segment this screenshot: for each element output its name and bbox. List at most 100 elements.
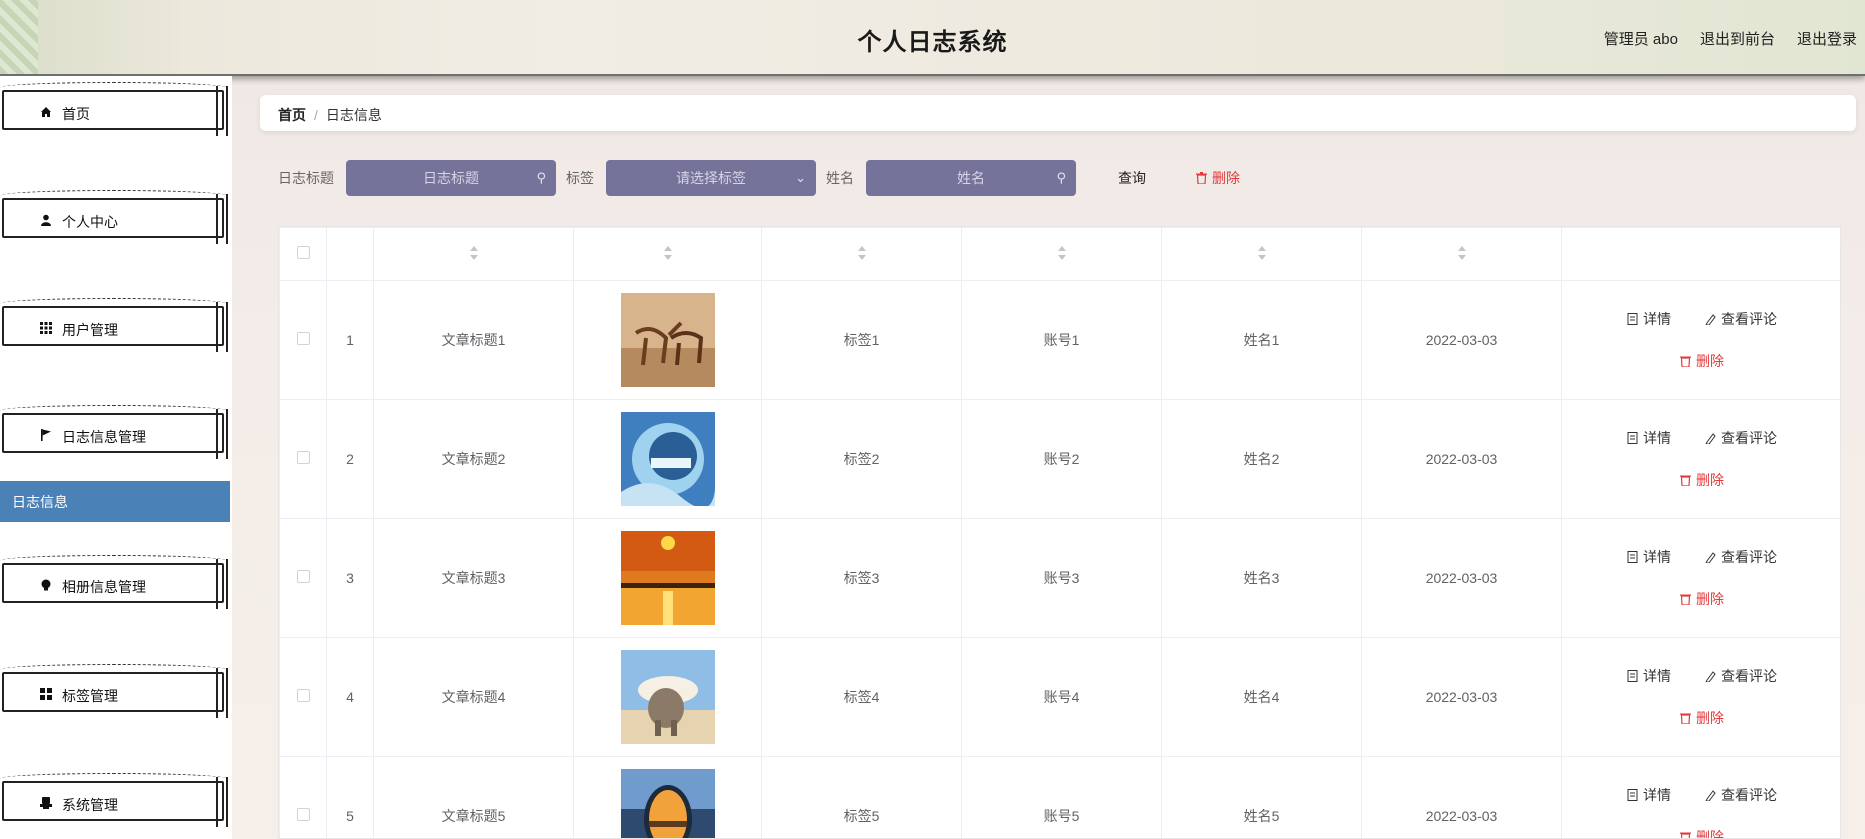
row-checkbox[interactable]	[296, 689, 310, 702]
index-header	[326, 227, 374, 281]
tag-select[interactable]: 请选择标签 ⌄	[606, 160, 816, 196]
view-comments-button[interactable]: 查看评论	[1705, 785, 1777, 805]
view-comments-label: 查看评论	[1721, 787, 1777, 803]
row-checkbox[interactable]	[296, 451, 310, 464]
date-cell: 2022-03-03	[1361, 518, 1562, 638]
sort-icon[interactable]	[469, 245, 478, 260]
detail-button[interactable]: 详情	[1627, 785, 1671, 805]
row-checkbox[interactable]	[296, 332, 310, 345]
sidebar-item-label: 相册信息管理	[62, 579, 146, 595]
view-comments-button[interactable]: 查看评论	[1705, 309, 1777, 329]
edit-icon	[1705, 671, 1716, 682]
trash-icon	[1680, 713, 1691, 724]
sidebar-subitem-log-info[interactable]: 日志信息	[0, 481, 230, 522]
image-cell	[573, 756, 762, 839]
flag-icon	[41, 429, 51, 441]
name-filter-label: 姓名	[826, 170, 854, 186]
name-cell: 姓名2	[1161, 399, 1362, 519]
sidebar-item-log-management[interactable]: 日志信息管理	[0, 399, 230, 461]
sidebar-item-profile[interactable]: 个人中心	[0, 184, 230, 246]
account-cell: 账号5	[961, 756, 1162, 838]
batch-delete-button[interactable]: 删除	[1196, 168, 1240, 188]
detail-button[interactable]: 详情	[1627, 428, 1671, 448]
detail-button[interactable]: 详情	[1627, 309, 1671, 329]
sort-icon[interactable]	[857, 245, 866, 260]
title-cell: 文章标题3	[373, 518, 574, 638]
view-comments-button[interactable]: 查看评论	[1705, 547, 1777, 567]
row-delete-button[interactable]: 删除	[1680, 827, 1724, 838]
row-delete-button[interactable]: 删除	[1680, 351, 1724, 371]
trash-icon	[1680, 594, 1691, 605]
view-comments-label: 查看评论	[1721, 311, 1777, 327]
row-delete-button[interactable]: 删除	[1680, 589, 1724, 609]
account-header[interactable]	[961, 227, 1162, 281]
table-row: 3 文章标题3 标签3 账号3 姓名3 2022-03-03 详情 查看评论 删…	[279, 518, 1840, 638]
name-cell: 姓名3	[1161, 518, 1362, 638]
view-comments-label: 查看评论	[1721, 668, 1777, 684]
back-to-front-link[interactable]: 退出到前台	[1700, 28, 1775, 49]
name-cell: 姓名4	[1161, 637, 1362, 757]
title-search-input[interactable]: 日志标题 ⚲	[346, 160, 556, 196]
row-delete-label: 删除	[1696, 710, 1724, 726]
table-row: 5 文章标题5 标签5 账号5 姓名5 2022-03-03 详情 查看评论 删…	[279, 756, 1840, 839]
title-cell: 文章标题2	[373, 399, 574, 519]
image-cell	[573, 399, 762, 519]
name-search-input[interactable]: 姓名 ⚲	[866, 160, 1076, 196]
sidebar-item-home[interactable]: 首页	[0, 76, 230, 138]
date-cell: 2022-03-03	[1361, 280, 1562, 400]
select-all-checkbox[interactable]	[296, 246, 310, 259]
tag-cell: 标签5	[761, 756, 962, 838]
user-icon	[41, 214, 51, 226]
sort-icon[interactable]	[1257, 245, 1266, 260]
logout-link[interactable]: 退出登录	[1797, 28, 1857, 49]
breadcrumb-current: 日志信息	[325, 107, 382, 123]
trash-icon	[1680, 356, 1691, 367]
sort-icon[interactable]	[1457, 245, 1466, 260]
detail-label: 详情	[1643, 668, 1671, 684]
app-title: 个人日志系统	[857, 29, 1008, 56]
breadcrumb-separator: /	[314, 107, 318, 123]
query-button[interactable]: 查询	[1104, 160, 1160, 196]
name-cell: 姓名1	[1161, 280, 1362, 400]
index-cell: 2	[326, 399, 374, 519]
log-image-thumbnail[interactable]	[620, 769, 715, 839]
sidebar-item-album-management[interactable]: 相册信息管理	[0, 549, 230, 611]
view-comments-button[interactable]: 查看评论	[1705, 666, 1777, 686]
detail-label: 详情	[1643, 787, 1671, 803]
log-image-thumbnail[interactable]	[620, 650, 715, 744]
sidebar-item-users[interactable]: 用户管理	[0, 292, 230, 354]
date-header[interactable]	[1361, 227, 1562, 281]
detail-button[interactable]: 详情	[1627, 547, 1671, 567]
breadcrumb-home[interactable]: 首页	[278, 107, 306, 123]
row-checkbox[interactable]	[296, 570, 310, 583]
tag-cell: 标签4	[761, 637, 962, 757]
account-cell: 账号2	[961, 399, 1162, 519]
ops-cell: 详情 查看评论 删除	[1561, 280, 1840, 400]
title-header[interactable]	[373, 227, 574, 281]
apps-icon	[40, 688, 52, 700]
ops-cell: 详情 查看评论 删除	[1561, 399, 1840, 519]
sidebar-item-system-management[interactable]: 系统管理	[0, 767, 230, 829]
row-select-cell	[279, 399, 327, 519]
view-comments-button[interactable]: 查看评论	[1705, 428, 1777, 448]
row-delete-button[interactable]: 删除	[1680, 708, 1724, 728]
image-header[interactable]	[573, 227, 762, 281]
breadcrumb: 首页 / 日志信息	[260, 95, 1856, 131]
title-cell: 文章标题5	[373, 756, 574, 838]
row-select-cell	[279, 280, 327, 400]
document-icon	[1627, 313, 1638, 325]
title-cell: 文章标题4	[373, 637, 574, 757]
log-image-thumbnail[interactable]	[620, 531, 715, 625]
row-checkbox[interactable]	[296, 808, 310, 821]
document-icon	[1627, 789, 1638, 801]
log-image-thumbnail[interactable]	[620, 293, 715, 387]
name-header[interactable]	[1161, 227, 1362, 281]
log-image-thumbnail[interactable]	[620, 412, 715, 506]
select-all-cell	[279, 227, 327, 281]
sort-icon[interactable]	[1057, 245, 1066, 260]
tag-header[interactable]	[761, 227, 962, 281]
row-delete-button[interactable]: 删除	[1680, 470, 1724, 490]
detail-button[interactable]: 详情	[1627, 666, 1671, 686]
sort-icon[interactable]	[663, 245, 672, 260]
sidebar-item-tag-management[interactable]: 标签管理	[0, 658, 230, 720]
